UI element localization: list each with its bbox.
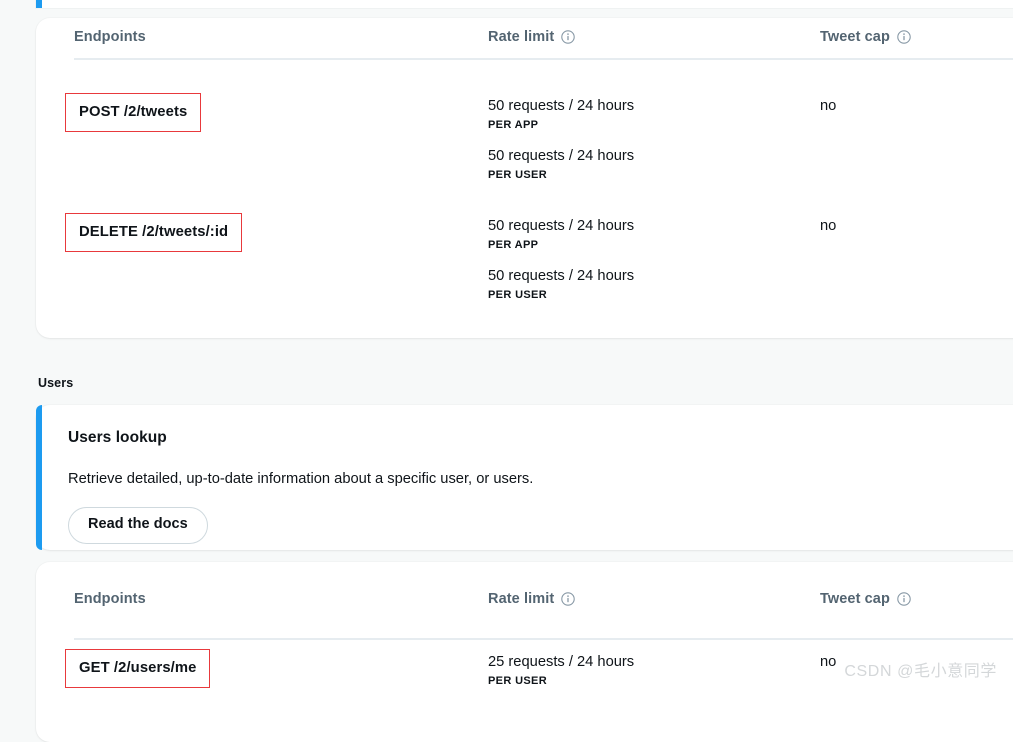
rate-limit-scope: PER USER	[488, 169, 548, 182]
tweet-cap-cell: no	[820, 654, 837, 670]
csdn-watermark: CSDN @毛小意同学	[844, 663, 997, 680]
tweet-cap-cell: no	[820, 218, 837, 234]
rate-limit-cell: 50 requests / 24 hours PER APP 50 reques…	[488, 216, 634, 304]
column-header-rate-limit-label: Rate limit	[488, 591, 555, 607]
table-row: DELETE /2/tweets/:id 50 requests / 24 ho…	[36, 184, 1013, 314]
rate-limit-scope: PER APP	[488, 239, 539, 252]
table-header-row: Endpoints Rate limit Tweet cap	[36, 562, 1013, 640]
info-icon[interactable]	[897, 30, 911, 44]
column-header-endpoints-label: Endpoints	[74, 591, 146, 607]
rate-limit-entry: 25 requests / 24 hours PER USER	[488, 652, 634, 690]
rate-limit-value: 50 requests / 24 hours	[488, 98, 635, 114]
rate-limit-cell: 25 requests / 24 hours PER USER	[488, 652, 634, 690]
rate-limit-value: 50 requests / 24 hours	[488, 267, 635, 284]
tweets-endpoints-table-card: Endpoints Rate limit Tweet cap POST /2/t…	[36, 18, 1013, 338]
rate-limit-entry: 50 requests / 24 hours PER APP	[488, 216, 634, 254]
column-header-endpoints-label: Endpoints	[74, 29, 146, 45]
rate-limit-scope: PER APP	[488, 119, 539, 132]
table-row: GET /2/users/me 25 requests / 24 hours P…	[36, 640, 1013, 742]
column-header-tweet-cap-label: Tweet cap	[820, 591, 890, 607]
table-row: POST /2/tweets 50 requests / 24 hours PE…	[36, 60, 1013, 184]
tweet-cap-cell: no	[820, 98, 837, 114]
endpoint-label: DELETE /2/tweets/:id	[79, 224, 229, 240]
users-endpoints-table-card: Endpoints Rate limit Tweet cap GET /2/us…	[36, 562, 1013, 742]
endpoint-label: GET /2/users/me	[79, 660, 197, 676]
endpoint-cell: DELETE /2/tweets/:id	[65, 213, 243, 252]
section-label-users: Users	[38, 376, 74, 390]
rate-limit-value: 25 requests / 24 hours	[488, 654, 635, 670]
rate-limit-scope: PER USER	[488, 675, 548, 688]
users-lookup-title: Users lookup	[68, 429, 167, 446]
users-lookup-description: Retrieve detailed, up-to-date informatio…	[68, 471, 534, 487]
users-lookup-card: Users lookup Retrieve detailed, up-to-da…	[36, 405, 1013, 550]
rate-limit-scope: PER USER	[488, 289, 548, 302]
column-header-endpoints: Endpoints	[74, 29, 146, 45]
rate-limit-value: 50 requests / 24 hours	[488, 147, 635, 164]
card-accent-bar	[36, 0, 42, 8]
column-header-tweet-cap-label: Tweet cap	[820, 29, 890, 45]
column-header-tweet-cap: Tweet cap	[820, 29, 911, 45]
read-the-docs-button[interactable]: Read the docs	[68, 506, 208, 544]
rate-limit-entry: 50 requests / 24 hours PER APP	[488, 96, 634, 134]
info-icon[interactable]	[561, 592, 576, 606]
page-root: Endpoints Rate limit Tweet cap POST /2/t…	[0, 0, 1013, 742]
rate-limit-entry: 50 requests / 24 hours PER USER	[488, 146, 634, 184]
column-header-rate-limit: Rate limit	[488, 591, 576, 607]
previous-card-stub	[36, 0, 1013, 8]
endpoint-cell: GET /2/users/me	[65, 649, 211, 688]
info-icon[interactable]	[897, 592, 911, 606]
card-accent-bar	[36, 405, 42, 550]
column-header-rate-limit-label: Rate limit	[488, 29, 555, 45]
users-lookup-card-body: Users lookup Retrieve detailed, up-to-da…	[36, 405, 1013, 566]
endpoint-highlight-box[interactable]: DELETE /2/tweets/:id	[65, 213, 243, 252]
rate-limit-cell: 50 requests / 24 hours PER APP 50 reques…	[488, 96, 634, 184]
column-header-endpoints: Endpoints	[74, 591, 146, 607]
column-header-tweet-cap: Tweet cap	[820, 591, 911, 607]
info-icon[interactable]	[561, 30, 576, 44]
endpoint-label: POST /2/tweets	[79, 104, 188, 120]
column-header-rate-limit: Rate limit	[488, 29, 576, 45]
rate-limit-entry: 50 requests / 24 hours PER USER	[488, 266, 634, 304]
endpoint-highlight-box[interactable]: GET /2/users/me	[65, 649, 211, 688]
table-header-row: Endpoints Rate limit Tweet cap	[36, 18, 1013, 60]
endpoint-cell: POST /2/tweets	[65, 93, 202, 132]
rate-limit-value: 50 requests / 24 hours	[488, 218, 635, 234]
endpoint-highlight-box[interactable]: POST /2/tweets	[65, 93, 202, 132]
